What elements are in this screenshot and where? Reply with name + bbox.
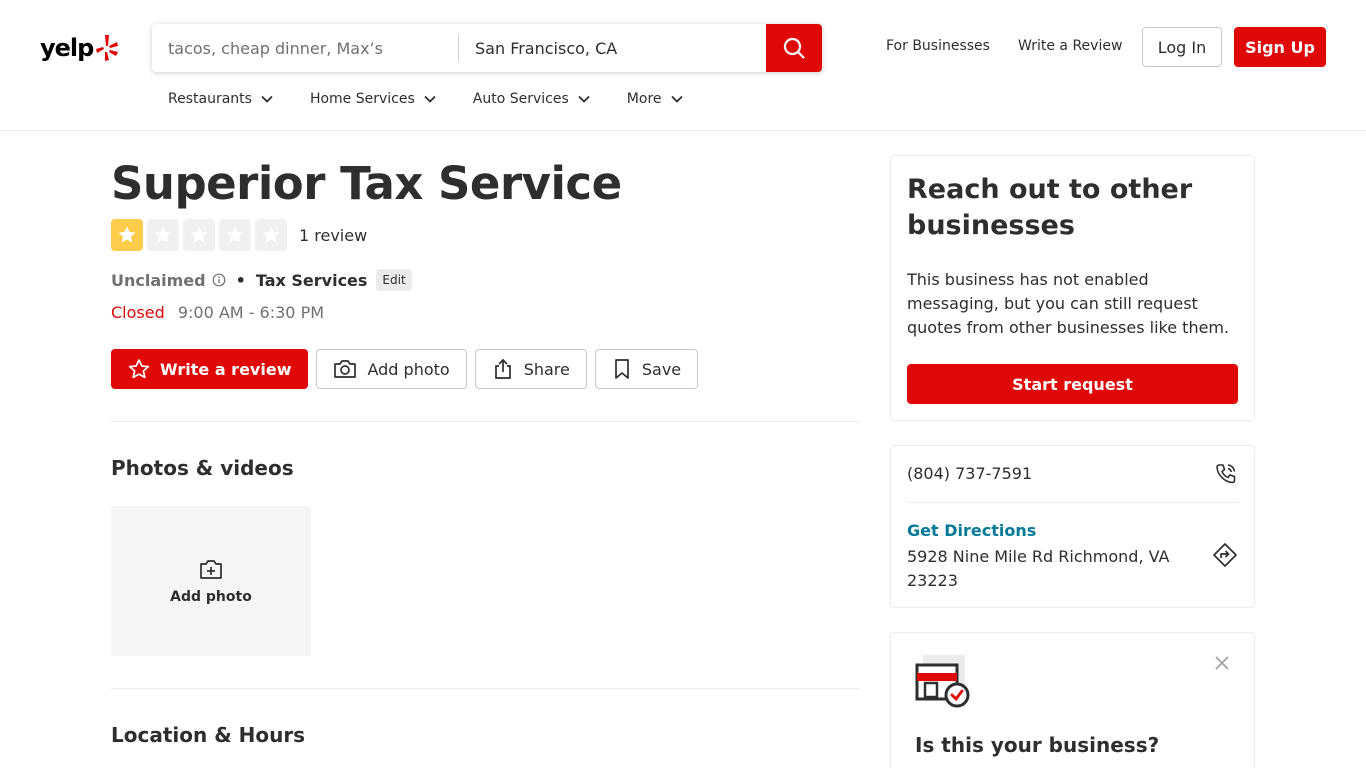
star-4: [219, 219, 251, 251]
login-button[interactable]: Log In: [1142, 27, 1222, 67]
open-status: Closed: [111, 303, 165, 322]
star-icon: [190, 226, 208, 243]
category-label: Restaurants: [168, 91, 252, 107]
claim-business-title: Is this your business?: [915, 733, 1160, 757]
category-label: Auto Services: [472, 91, 569, 107]
business-meta: Unclaimed • Tax Services Edit: [111, 269, 412, 291]
business-hours: Closed 9:00 AM - 6:30 PM: [111, 303, 324, 322]
yelp-burst-icon: [96, 35, 119, 61]
write-review-button[interactable]: Write a review: [111, 349, 309, 389]
review-count-link[interactable]: 1 review: [299, 226, 367, 245]
location-section-title: Location & Hours: [111, 723, 306, 747]
add-photo-button[interactable]: Add photo: [316, 349, 467, 389]
close-icon[interactable]: [1214, 655, 1230, 671]
write-review-link[interactable]: Write a Review: [1018, 36, 1122, 56]
save-button[interactable]: Save: [594, 349, 699, 389]
category-label: Home Services: [309, 91, 415, 107]
action-bar: Write a review Add photo Share Save: [111, 349, 706, 389]
photos-section-title: Photos & videos: [111, 456, 294, 480]
star-1: [111, 219, 143, 251]
category-home-services[interactable]: Home Services: [310, 88, 437, 110]
category-more[interactable]: More: [627, 88, 684, 110]
info-icon[interactable]: [212, 273, 226, 287]
site-header: yelp For Businesses Write a Review Log I…: [0, 0, 1366, 131]
star-icon: [226, 226, 244, 243]
category-link[interactable]: Tax Services: [256, 271, 368, 290]
chevron-down-icon: [261, 95, 273, 103]
search-button[interactable]: [766, 24, 822, 72]
section-divider: [111, 421, 859, 422]
search-near-field: [459, 24, 766, 72]
logo-text: yelp: [40, 34, 94, 62]
business-name: Superior Tax Service: [111, 157, 622, 210]
business-address: 5928 Nine Mile Rd Richmond, VA 23223: [907, 547, 1170, 590]
search-find-input[interactable]: [152, 24, 458, 72]
get-directions-link[interactable]: Get Directions: [907, 521, 1036, 540]
category-restaurants[interactable]: Restaurants: [168, 88, 274, 110]
star-rating: [111, 219, 287, 251]
directions-icon[interactable]: [1212, 542, 1238, 568]
contact-card: (804) 737-7591 Get Directions 5928 Nine …: [890, 445, 1255, 608]
claim-business-card: Is this your business?: [890, 632, 1255, 768]
meta-separator: •: [235, 270, 246, 290]
phone-icon[interactable]: [1214, 462, 1238, 486]
star-icon: [154, 226, 172, 243]
add-photo-icon: [200, 560, 222, 579]
star-icon: [118, 226, 136, 243]
chevron-down-icon: [670, 95, 683, 103]
hours-range: 9:00 AM - 6:30 PM: [177, 303, 325, 322]
phone-number: (804) 737-7591: [907, 464, 1033, 483]
add-photo-tile-label: Add photo: [170, 589, 252, 605]
contact-divider: [907, 502, 1238, 503]
yelp-logo[interactable]: yelp: [40, 30, 122, 66]
signup-button[interactable]: Sign Up: [1234, 27, 1326, 67]
share-icon: [494, 358, 511, 379]
star-3: [183, 219, 215, 251]
edit-category-button[interactable]: Edit: [376, 269, 412, 291]
for-businesses-link[interactable]: For Businesses: [886, 36, 990, 56]
star-2: [147, 219, 179, 251]
share-button[interactable]: Share: [474, 349, 587, 389]
bookmark-icon: [615, 359, 629, 379]
chevron-down-icon: [578, 95, 590, 103]
storefront-icon: [915, 655, 970, 708]
add-photo-label: Add photo: [367, 359, 450, 379]
start-request-button[interactable]: Start request: [907, 364, 1238, 404]
category-nav: Restaurants Home Services Auto Services …: [168, 88, 720, 110]
search-icon: [783, 37, 805, 59]
category-auto-services[interactable]: Auto Services: [473, 88, 591, 110]
star-outline-icon: [128, 359, 150, 379]
chevron-down-icon: [424, 95, 436, 103]
claim-status: Unclaimed: [111, 270, 206, 290]
search-bar: [152, 24, 822, 72]
save-label: Save: [641, 359, 682, 379]
reach-out-title: Reach out to other businesses: [907, 174, 1193, 241]
write-review-label: Write a review: [160, 359, 292, 379]
reach-out-card: Reach out to other businesses This busin…: [890, 155, 1255, 421]
search-find-field: [152, 24, 458, 72]
star-icon: [262, 226, 280, 243]
star-5: [255, 219, 287, 251]
search-near-input[interactable]: [459, 24, 766, 72]
section-divider: [111, 688, 859, 689]
share-label: Share: [523, 359, 570, 379]
category-label: More: [626, 91, 662, 107]
add-photo-tile[interactable]: Add photo: [111, 506, 311, 656]
reach-out-description: This business has not enabled messaging,…: [907, 270, 1230, 337]
camera-icon: [334, 360, 357, 378]
